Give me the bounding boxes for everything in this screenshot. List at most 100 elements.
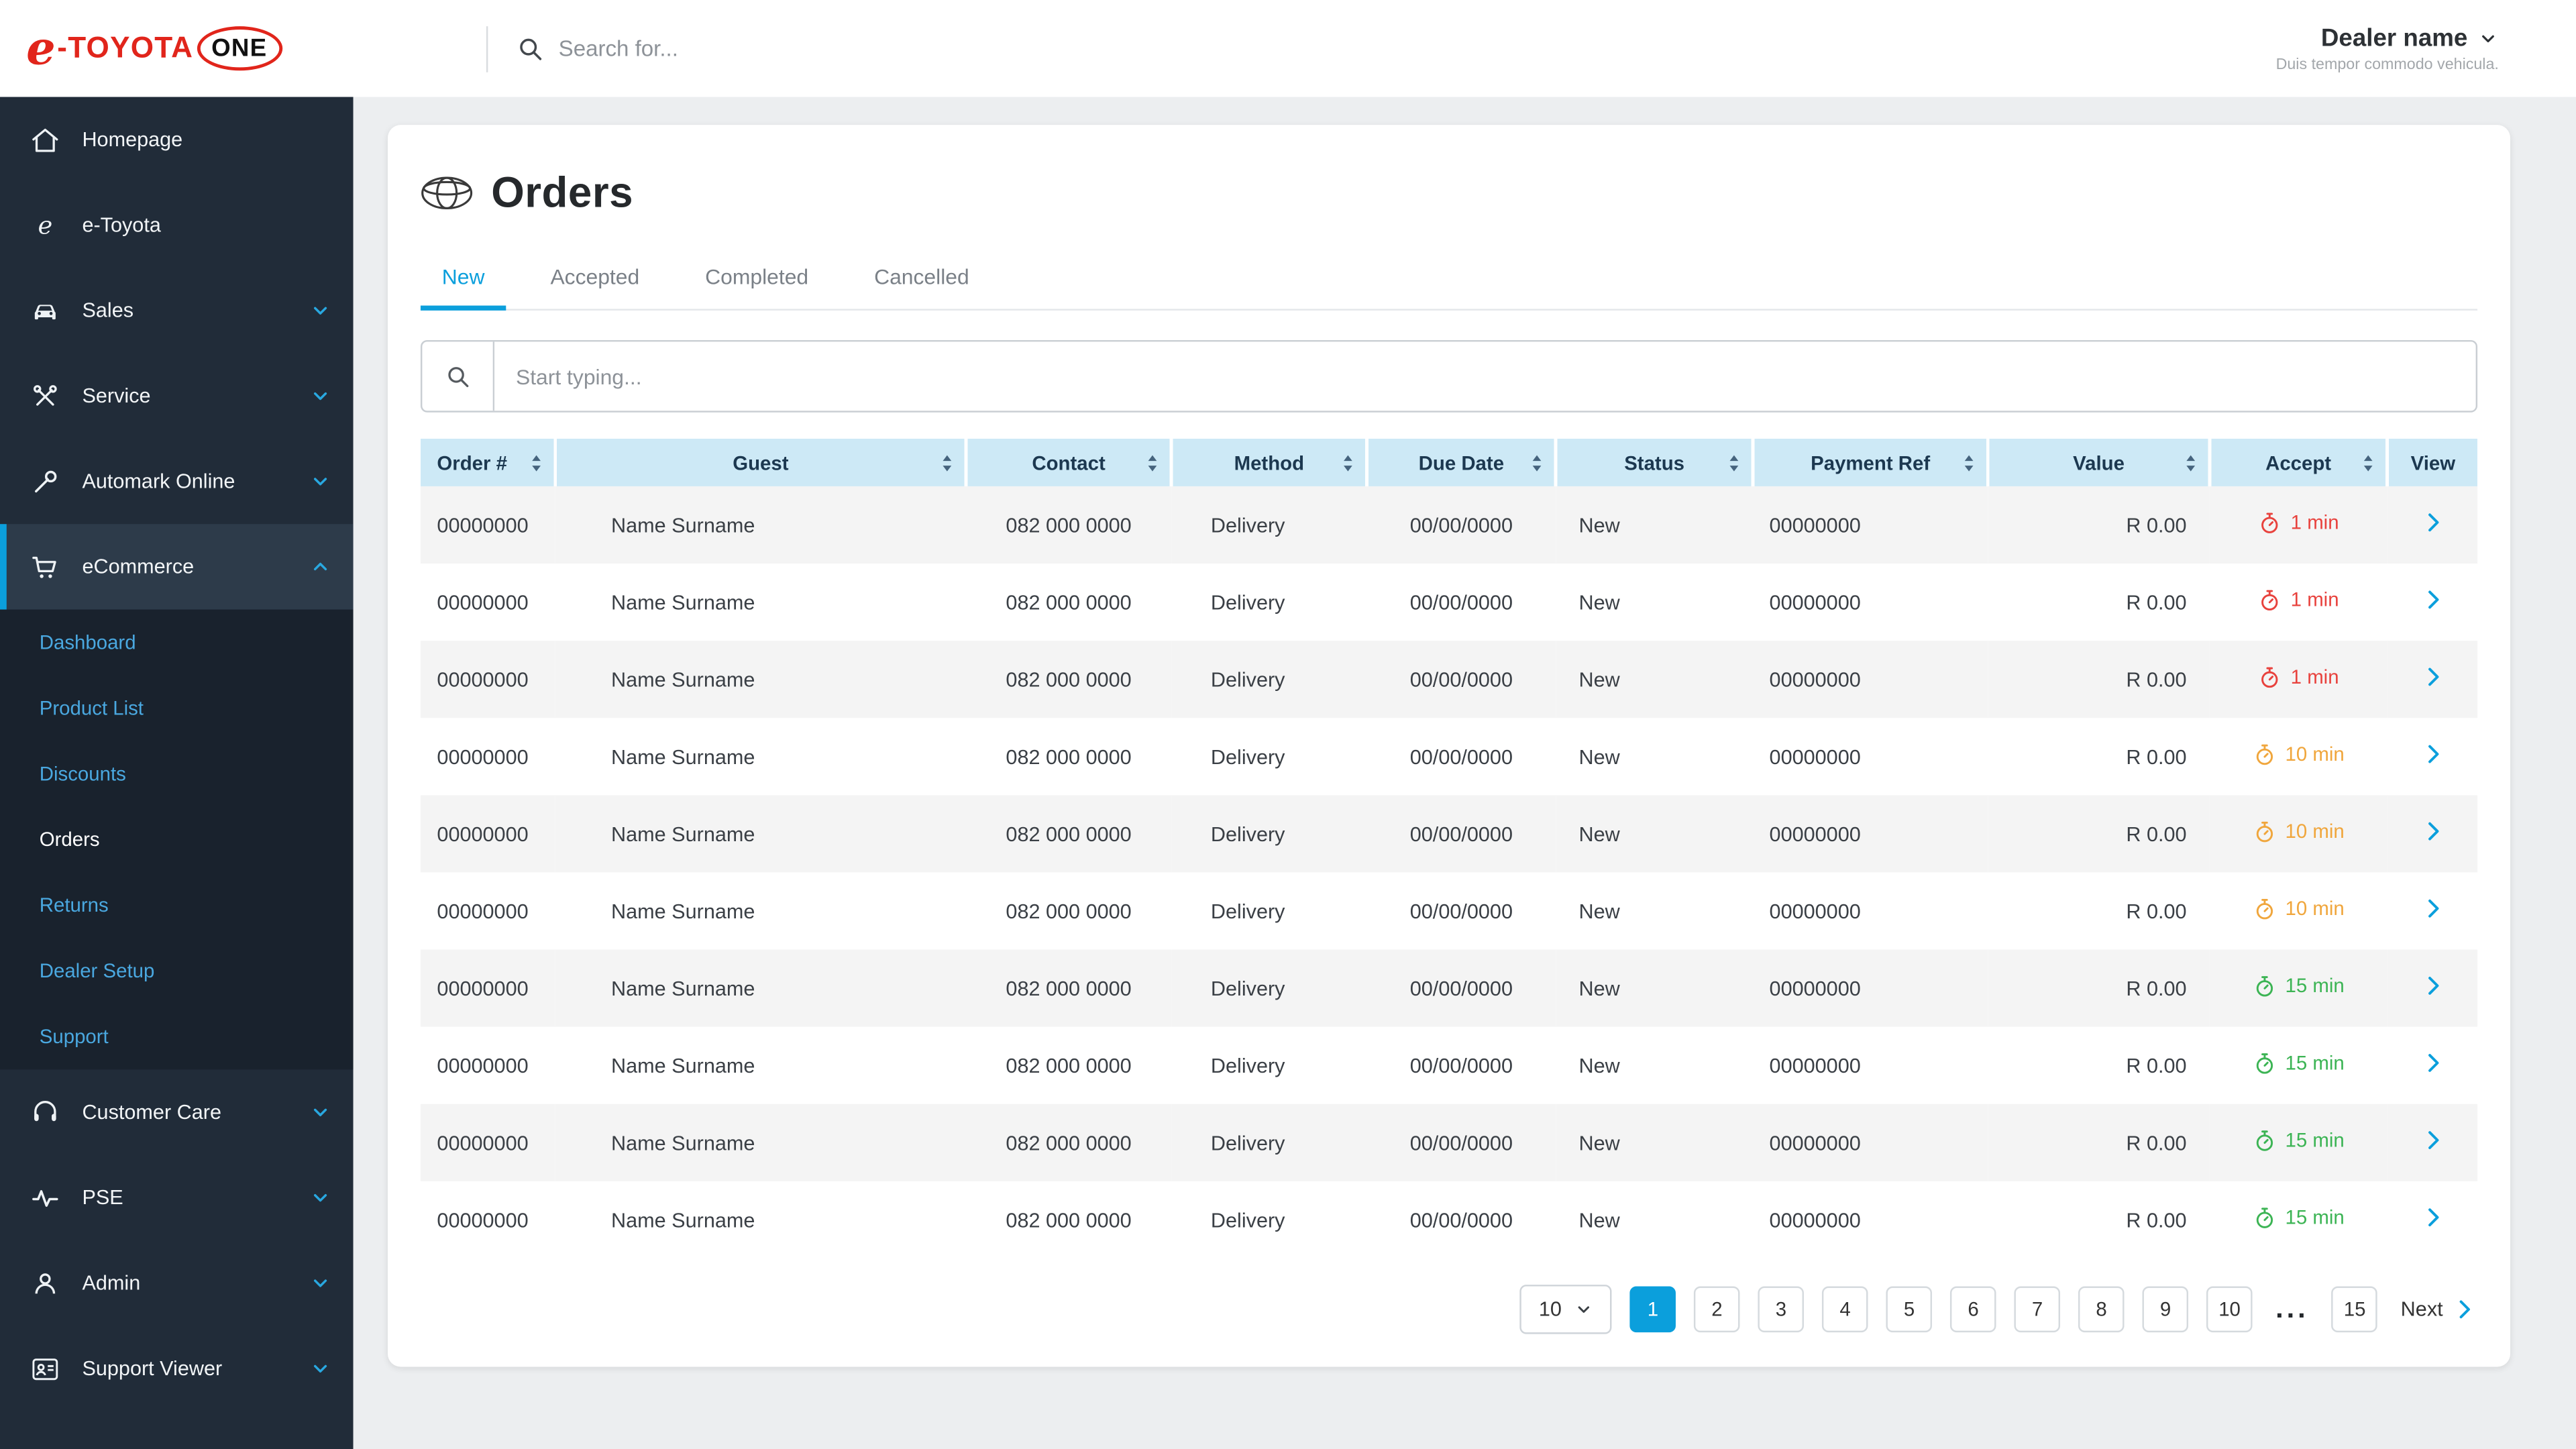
stopwatch-icon [2258, 665, 2283, 690]
col-header-status[interactable]: Status [1556, 438, 1755, 486]
contact-number: 082 000 0000 [1006, 1054, 1132, 1077]
guest-name: Name Surname [611, 745, 755, 768]
view-order-button[interactable] [2419, 741, 2445, 767]
page-button-7[interactable]: 7 [2014, 1286, 2061, 1333]
col-header-label: Method [1234, 451, 1305, 474]
col-header-label: Contact [1032, 451, 1106, 474]
order-status: New [1578, 513, 1620, 537]
sidebar-item-ecommerce[interactable]: eCommerce [0, 524, 354, 610]
page-button-6[interactable]: 6 [1950, 1286, 1996, 1333]
page-button-9[interactable]: 9 [2142, 1286, 2189, 1333]
page-button-15[interactable]: 15 [2331, 1286, 2378, 1333]
accept-countdown-label: 15 min [2285, 1205, 2345, 1229]
view-order-button[interactable] [2419, 663, 2445, 690]
sidebar-item-automark-online[interactable]: Automark Online [0, 439, 354, 524]
stopwatch-icon [2258, 510, 2283, 535]
col-header-payment-ref[interactable]: Payment Ref [1753, 438, 1990, 486]
pagination-ellipsis[interactable]: ... [2275, 1295, 2308, 1323]
col-header-label: Payment Ref [1811, 451, 1931, 474]
accept-countdown-label: 10 min [2285, 820, 2345, 843]
page-button-5[interactable]: 5 [1886, 1286, 1933, 1333]
col-header-label: View [2410, 451, 2456, 474]
payment-ref: 00000000 [1769, 822, 1861, 846]
sidebar-item-dashboard[interactable]: Dashboard [0, 610, 354, 676]
sidebar-item-service[interactable]: Service [0, 354, 354, 439]
orders-table: Order # Guest Contact Method Due Date Status P… [420, 438, 2478, 1258]
page-title: Orders [491, 167, 634, 217]
order-status: New [1578, 822, 1620, 846]
sidebar-item-dealer-setup[interactable]: Dealer Setup [0, 938, 354, 1004]
sidebar-item-returns[interactable]: Returns [0, 872, 354, 938]
view-order-button[interactable] [2419, 1204, 2445, 1230]
order-value: R 0.00 [2126, 822, 2187, 846]
sidebar-item-product-list[interactable]: Product List [0, 676, 354, 741]
global-search-input[interactable] [558, 36, 1249, 61]
col-header-due-date[interactable]: Due Date [1366, 438, 1558, 486]
page-button-10[interactable]: 10 [2206, 1286, 2253, 1333]
view-order-button[interactable] [2419, 896, 2445, 922]
view-order-button[interactable] [2419, 509, 2445, 535]
sidebar-item-e-toyota[interactable]: e e-Toyota [0, 182, 354, 268]
sidebar-item-support-viewer[interactable]: Support Viewer [0, 1326, 354, 1411]
col-header-order[interactable]: Order # [420, 438, 557, 486]
chevron-down-icon [2477, 27, 2499, 48]
col-header-accept[interactable]: Accept [2209, 438, 2389, 486]
delivery-method: Delivery [1210, 822, 1285, 846]
chevron-up-icon [309, 555, 331, 578]
sidebar-item-label: Support Viewer [82, 1356, 223, 1381]
view-order-button[interactable] [2419, 1050, 2445, 1076]
col-header-value[interactable]: Value [1988, 438, 2212, 486]
tab-completed[interactable]: Completed [684, 252, 830, 311]
order-status: New [1578, 899, 1620, 923]
dealer-subtitle: Duis tempor commodo vehicula. [2275, 55, 2499, 73]
page-button-2[interactable]: 2 [1694, 1286, 1740, 1333]
col-header-method[interactable]: Method [1171, 438, 1369, 486]
accept-cell: 1 min [2210, 564, 2387, 641]
page-size-value: 10 [1538, 1297, 1562, 1321]
col-header-view: View [2387, 438, 2478, 486]
delivery-method: Delivery [1210, 976, 1285, 1000]
accept-cell: 15 min [2210, 950, 2387, 1027]
tools-icon [30, 380, 61, 412]
tab-new[interactable]: New [420, 252, 506, 311]
order-row: 00000000 Name Surname 082 000 0000 Delivery… [420, 641, 2478, 718]
view-cell [2387, 1181, 2477, 1258]
page-size-select[interactable]: 10 [1519, 1285, 1612, 1334]
table-filter-input[interactable] [494, 341, 2476, 411]
guest-name: Name Surname [611, 899, 755, 923]
tab-accepted[interactable]: Accepted [529, 252, 661, 311]
sidebar-item-homepage[interactable]: Homepage [0, 97, 354, 182]
sidebar-item-admin[interactable]: Admin [0, 1240, 354, 1326]
page-button-8[interactable]: 8 [2078, 1286, 2125, 1333]
view-order-button[interactable] [2419, 586, 2445, 612]
view-order-button[interactable] [2419, 1127, 2445, 1153]
page-button-4[interactable]: 4 [1822, 1286, 1868, 1333]
accept-countdown-label: 15 min [2285, 974, 2345, 998]
sidebar-item-discounts[interactable]: Discounts [0, 741, 354, 806]
sort-icon [1340, 451, 1355, 473]
view-order-button[interactable] [2419, 818, 2445, 845]
col-header-guest[interactable]: Guest [555, 438, 968, 486]
next-page-button[interactable]: Next [2401, 1296, 2477, 1322]
wrench-icon [30, 466, 61, 497]
logo-one-badge: ONE [197, 26, 282, 71]
tab-cancelled[interactable]: Cancelled [853, 252, 990, 311]
view-cell [2387, 795, 2477, 872]
accept-countdown: 15 min [2253, 1128, 2345, 1152]
accept-cell: 10 min [2210, 795, 2387, 872]
sidebar-item-orders[interactable]: Orders [0, 806, 354, 872]
page-button-3[interactable]: 3 [1758, 1286, 1805, 1333]
sidebar-item-customer-care[interactable]: Customer Care [0, 1069, 354, 1155]
order-status: New [1578, 1208, 1620, 1232]
view-order-button[interactable] [2419, 973, 2445, 999]
page-button-1[interactable]: 1 [1629, 1286, 1676, 1333]
sidebar-item-support[interactable]: Support [0, 1004, 354, 1069]
delivery-method: Delivery [1210, 1208, 1285, 1232]
col-header-contact[interactable]: Contact [966, 438, 1173, 486]
payment-ref: 00000000 [1769, 1054, 1861, 1077]
dealer-menu-toggle: Dealer name [2321, 24, 2499, 52]
order-value: R 0.00 [2126, 1208, 2187, 1232]
sidebar-item-sales[interactable]: Sales [0, 268, 354, 353]
sidebar-item-pse[interactable]: PSE [0, 1155, 354, 1240]
dealer-menu[interactable]: Dealer name Duis tempor commodo vehicula… [2276, 24, 2499, 73]
